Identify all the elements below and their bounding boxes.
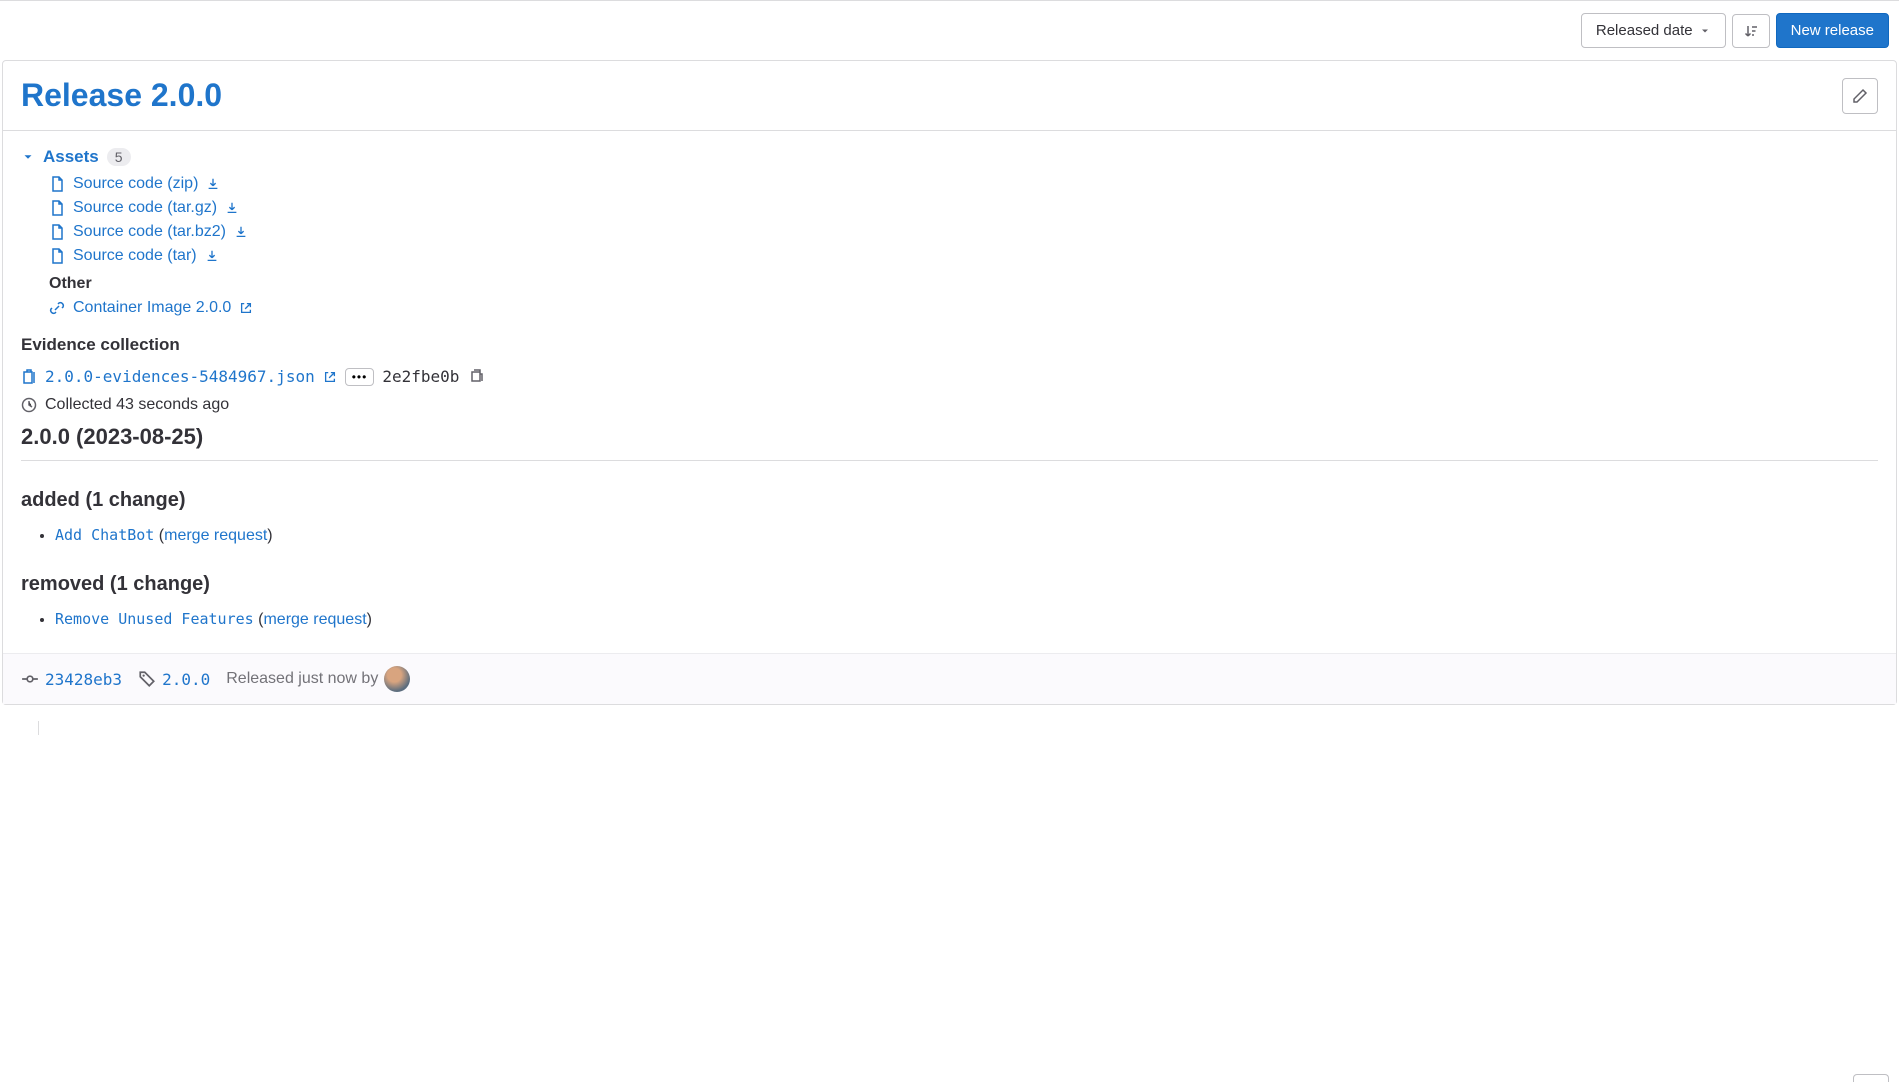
collected-text: Collected 43 seconds ago bbox=[45, 396, 229, 414]
asset-link[interactable]: Container Image 2.0.0 bbox=[73, 299, 231, 317]
partial-edit-button bbox=[1853, 1074, 1889, 1082]
external-link-icon bbox=[323, 370, 337, 384]
merge-request-link[interactable]: merge request bbox=[263, 611, 366, 628]
sort-desc-icon bbox=[1743, 23, 1759, 39]
released-by-text: Released just now by bbox=[226, 670, 378, 688]
clipboard-icon bbox=[21, 369, 37, 385]
assets-label: Assets bbox=[43, 147, 99, 167]
evidence-heading: Evidence collection bbox=[21, 335, 1878, 355]
sort-dropdown[interactable]: Released date bbox=[1581, 13, 1726, 48]
evidence-file-link[interactable]: 2.0.0-evidences-5484967.json bbox=[45, 367, 315, 386]
release-card: Release 2.0.0 Assets 5 Source code (zip)… bbox=[2, 60, 1897, 705]
release-notes: 2.0.0 (2023-08-25) added (1 change) Add … bbox=[21, 424, 1878, 629]
new-release-button[interactable]: New release bbox=[1776, 13, 1889, 48]
link-icon bbox=[49, 300, 65, 316]
asset-link[interactable]: Source code (tar) bbox=[73, 247, 197, 265]
chevron-down-icon bbox=[1699, 25, 1711, 37]
notes-version-heading: 2.0.0 (2023-08-25) bbox=[21, 424, 1878, 461]
sort-direction-button[interactable] bbox=[1732, 14, 1770, 48]
asset-item: Source code (tar.bz2) bbox=[49, 223, 1878, 241]
asset-item: Source code (tar.gz) bbox=[49, 199, 1878, 217]
edit-release-button[interactable] bbox=[1842, 78, 1878, 114]
new-release-label: New release bbox=[1791, 22, 1874, 39]
evidence-sha: 2e2fbe0b bbox=[382, 367, 459, 386]
notes-added-heading: added (1 change) bbox=[21, 489, 1878, 512]
changelog-item: Add ChatBot (merge request) bbox=[55, 526, 1878, 545]
clock-icon bbox=[21, 397, 37, 413]
external-link-icon bbox=[239, 301, 253, 315]
copy-icon bbox=[469, 367, 485, 383]
notes-removed-heading: removed (1 change) bbox=[21, 573, 1878, 596]
asset-item: Source code (zip) bbox=[49, 175, 1878, 193]
doc-icon bbox=[49, 176, 65, 192]
changelog-item: Remove Unused Features (merge request) bbox=[55, 610, 1878, 629]
copy-sha-button[interactable] bbox=[467, 365, 487, 388]
asset-item: Source code (tar) bbox=[49, 247, 1878, 265]
expand-sha-button[interactable]: ••• bbox=[345, 368, 375, 386]
author-avatar[interactable] bbox=[384, 666, 410, 692]
asset-link[interactable]: Source code (zip) bbox=[73, 175, 198, 193]
partial-next-card bbox=[38, 721, 1899, 735]
release-title-link[interactable]: Release 2.0.0 bbox=[21, 77, 222, 114]
asset-item: Container Image 2.0.0 bbox=[49, 299, 1878, 317]
download-icon bbox=[206, 177, 220, 191]
asset-link[interactable]: Source code (tar.gz) bbox=[73, 199, 217, 217]
doc-icon bbox=[49, 224, 65, 240]
doc-icon bbox=[49, 200, 65, 216]
tag-icon bbox=[138, 670, 156, 688]
other-heading: Other bbox=[21, 275, 1878, 293]
tag-link[interactable]: 2.0.0 bbox=[162, 670, 210, 689]
assets-toggle[interactable]: Assets 5 bbox=[21, 147, 1878, 167]
doc-icon bbox=[49, 248, 65, 264]
chevron-down-icon bbox=[21, 150, 35, 164]
commit-icon bbox=[21, 670, 39, 688]
pencil-icon bbox=[1852, 88, 1868, 104]
assets-count-badge: 5 bbox=[107, 148, 131, 166]
download-icon bbox=[205, 249, 219, 263]
change-code[interactable]: Add ChatBot bbox=[55, 526, 154, 544]
download-icon bbox=[234, 225, 248, 239]
commit-sha-link[interactable]: 23428eb3 bbox=[45, 670, 122, 689]
asset-link[interactable]: Source code (tar.bz2) bbox=[73, 223, 226, 241]
sort-label: Released date bbox=[1596, 22, 1693, 39]
source-assets-list: Source code (zip) Source code (tar.gz) S… bbox=[21, 175, 1878, 265]
release-footer: 23428eb3 2.0.0 Released just now by bbox=[3, 653, 1896, 704]
change-code[interactable]: Remove Unused Features bbox=[55, 610, 254, 628]
download-icon bbox=[225, 201, 239, 215]
merge-request-link[interactable]: merge request bbox=[164, 527, 267, 544]
